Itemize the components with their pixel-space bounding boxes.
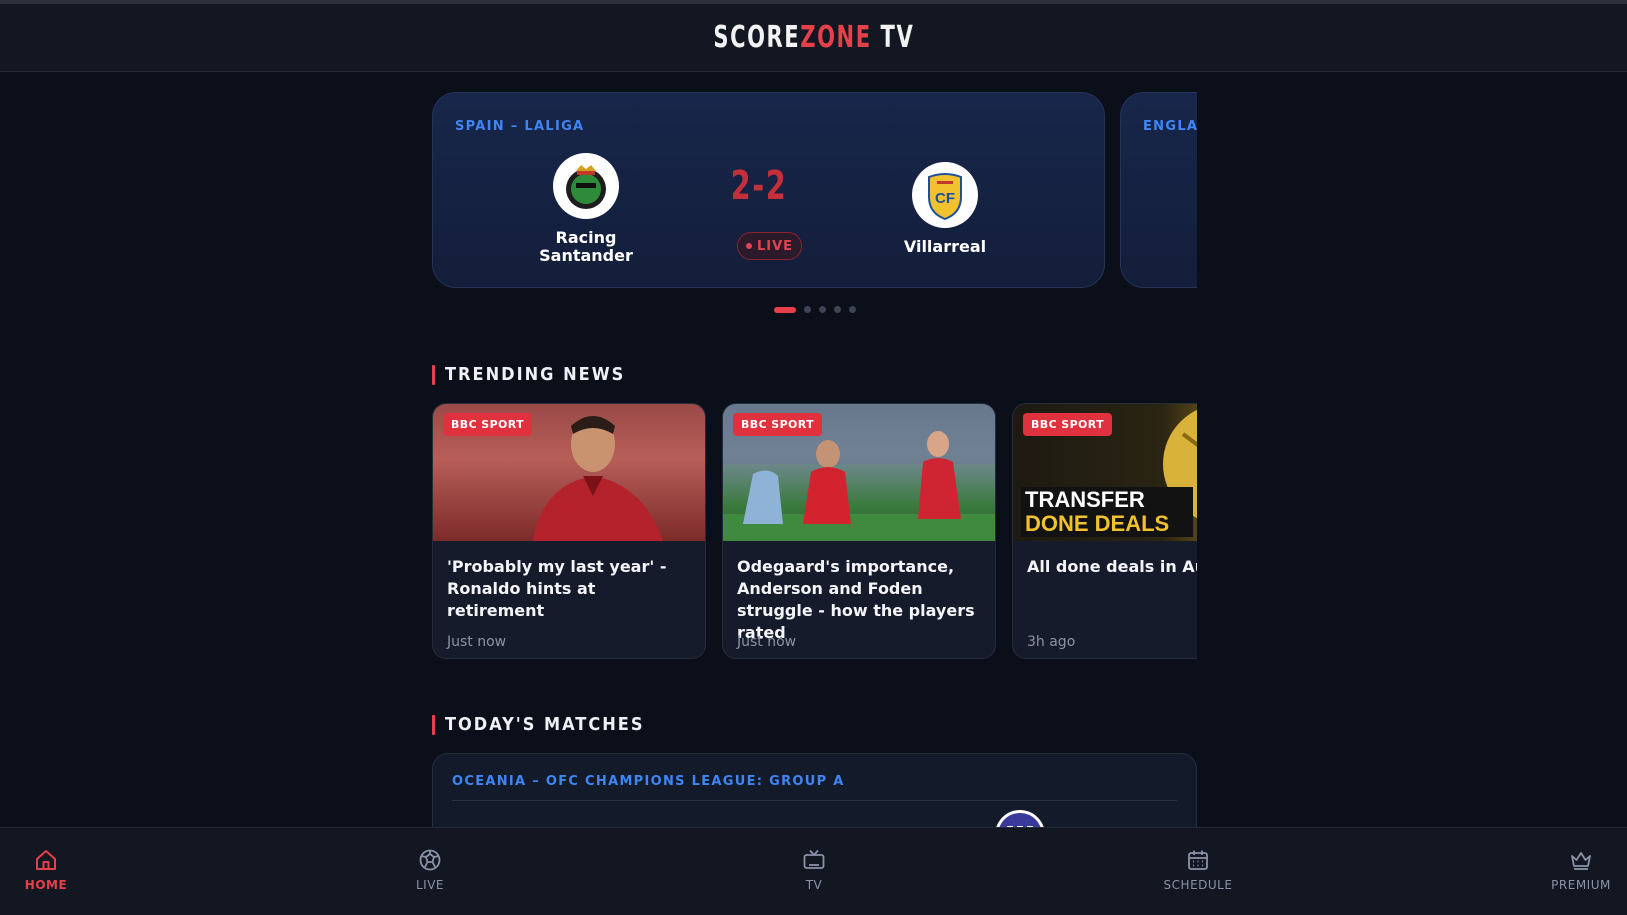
brand-zone: ZONE [799,20,872,55]
news-image: BBC SPORT TRANSFER DONE DEALS [1013,404,1197,541]
home-icon [36,850,56,870]
nav-live[interactable]: LIVE [370,848,490,892]
crown-icon [1571,852,1591,870]
carousel-dot[interactable] [818,306,826,313]
away-team: CF Villarreal [880,162,1010,256]
news-card[interactable]: BBC SPORT Odegaard's importance, Anderso… [722,403,996,659]
carousel-dot[interactable] [773,306,796,313]
news-title: 'Probably my last year' - Ronaldo hints … [447,557,667,620]
bottom-nav: HOME LIVE TV SCHEDULE PREMIUM [0,827,1627,915]
live-dot-icon [745,243,752,249]
done-deals-text: DONE DEALS [1025,511,1170,536]
match-league: SPAIN – LALIGA [455,119,585,134]
nav-schedule[interactable]: SCHEDULE [1138,848,1258,892]
nav-tv-label: TV [805,878,823,892]
nav-premium[interactable]: PREMIUM [1521,848,1627,892]
away-team-logo: CF [912,162,978,228]
nav-premium-label: PREMIUM [1551,878,1611,892]
main-content: SPAIN – LALIGA Racing Santander 2-2 LIVE [432,92,1197,827]
nav-home[interactable]: HOME [0,848,106,892]
tv-icon [803,849,825,869]
carousel-indicator [432,306,1197,313]
nav-schedule-label: SCHEDULE [1163,878,1233,892]
carousel-dot[interactable] [848,306,856,313]
next-match-card[interactable]: ENGLAN [1120,92,1197,288]
live-label: LIVE [756,238,794,254]
news-time: Just now [447,634,507,650]
app-header: SCOREZONE TV [0,4,1627,72]
ball-icon [419,849,441,871]
away-team-name: Villarreal [903,237,987,256]
brand-logo[interactable]: SCOREZONE TV [713,20,914,55]
calendar-icon [1188,850,1208,870]
news-card[interactable]: BBC SPORT 'Probably my last year' - Rona… [432,403,706,659]
carousel-dot[interactable] [833,306,841,313]
news-image-text: TRANSFER DONE DEALS [1025,488,1169,536]
news-title: All done deals in Augu [1027,557,1197,576]
news-source-badge: BBC SPORT [1023,413,1113,436]
match-group-card[interactable]: OCEANIA – OFC CHAMPIONS LEAGUE: GROUP A [432,753,1197,827]
trending-news-title: TRENDING NEWS [445,364,626,385]
nav-home-label: HOME [24,878,68,892]
section-accent-bar [432,714,435,735]
news-image: BBC SPORT [433,404,705,541]
news-title: Odegaard's importance, Anderson and Fode… [737,557,975,642]
home-team-name: Racing Santander [539,228,633,265]
news-time: Just now [737,634,797,650]
svg-text:CF: CF [935,190,955,207]
carousel-dot[interactable] [803,306,811,313]
live-badge: LIVE [737,232,802,260]
news-time: 3h ago [1027,634,1076,650]
home-team: Racing Santander [521,153,651,265]
news-source-badge: BBC SPORT [733,413,823,436]
featured-match-card[interactable]: SPAIN – LALIGA Racing Santander 2-2 LIVE [432,92,1105,288]
todays-matches-header: TODAY'S MATCHES [432,714,645,735]
transfer-text: TRANSFER [1025,487,1145,512]
team-logo [995,810,1045,827]
trending-news-header: TRENDING NEWS [432,364,625,385]
news-image: BBC SPORT [723,404,995,541]
next-match-league: ENGLAN [1143,119,1197,134]
brand-tv: TV [871,20,914,55]
nav-tv[interactable]: TV [754,848,874,892]
match-score: 2-2 [730,163,788,209]
news-source-badge: BBC SPORT [443,413,533,436]
section-accent-bar [432,364,435,385]
home-team-logo [553,153,619,219]
match-group-league: OCEANIA – OFC CHAMPIONS LEAGUE: GROUP A [452,774,845,789]
divider [452,800,1177,801]
todays-matches-title: TODAY'S MATCHES [445,714,645,735]
brand-score: SCORE [713,20,800,55]
news-card[interactable]: BBC SPORT TRANSFER DONE DEALS All done d… [1012,403,1197,659]
nav-live-label: LIVE [415,878,444,892]
